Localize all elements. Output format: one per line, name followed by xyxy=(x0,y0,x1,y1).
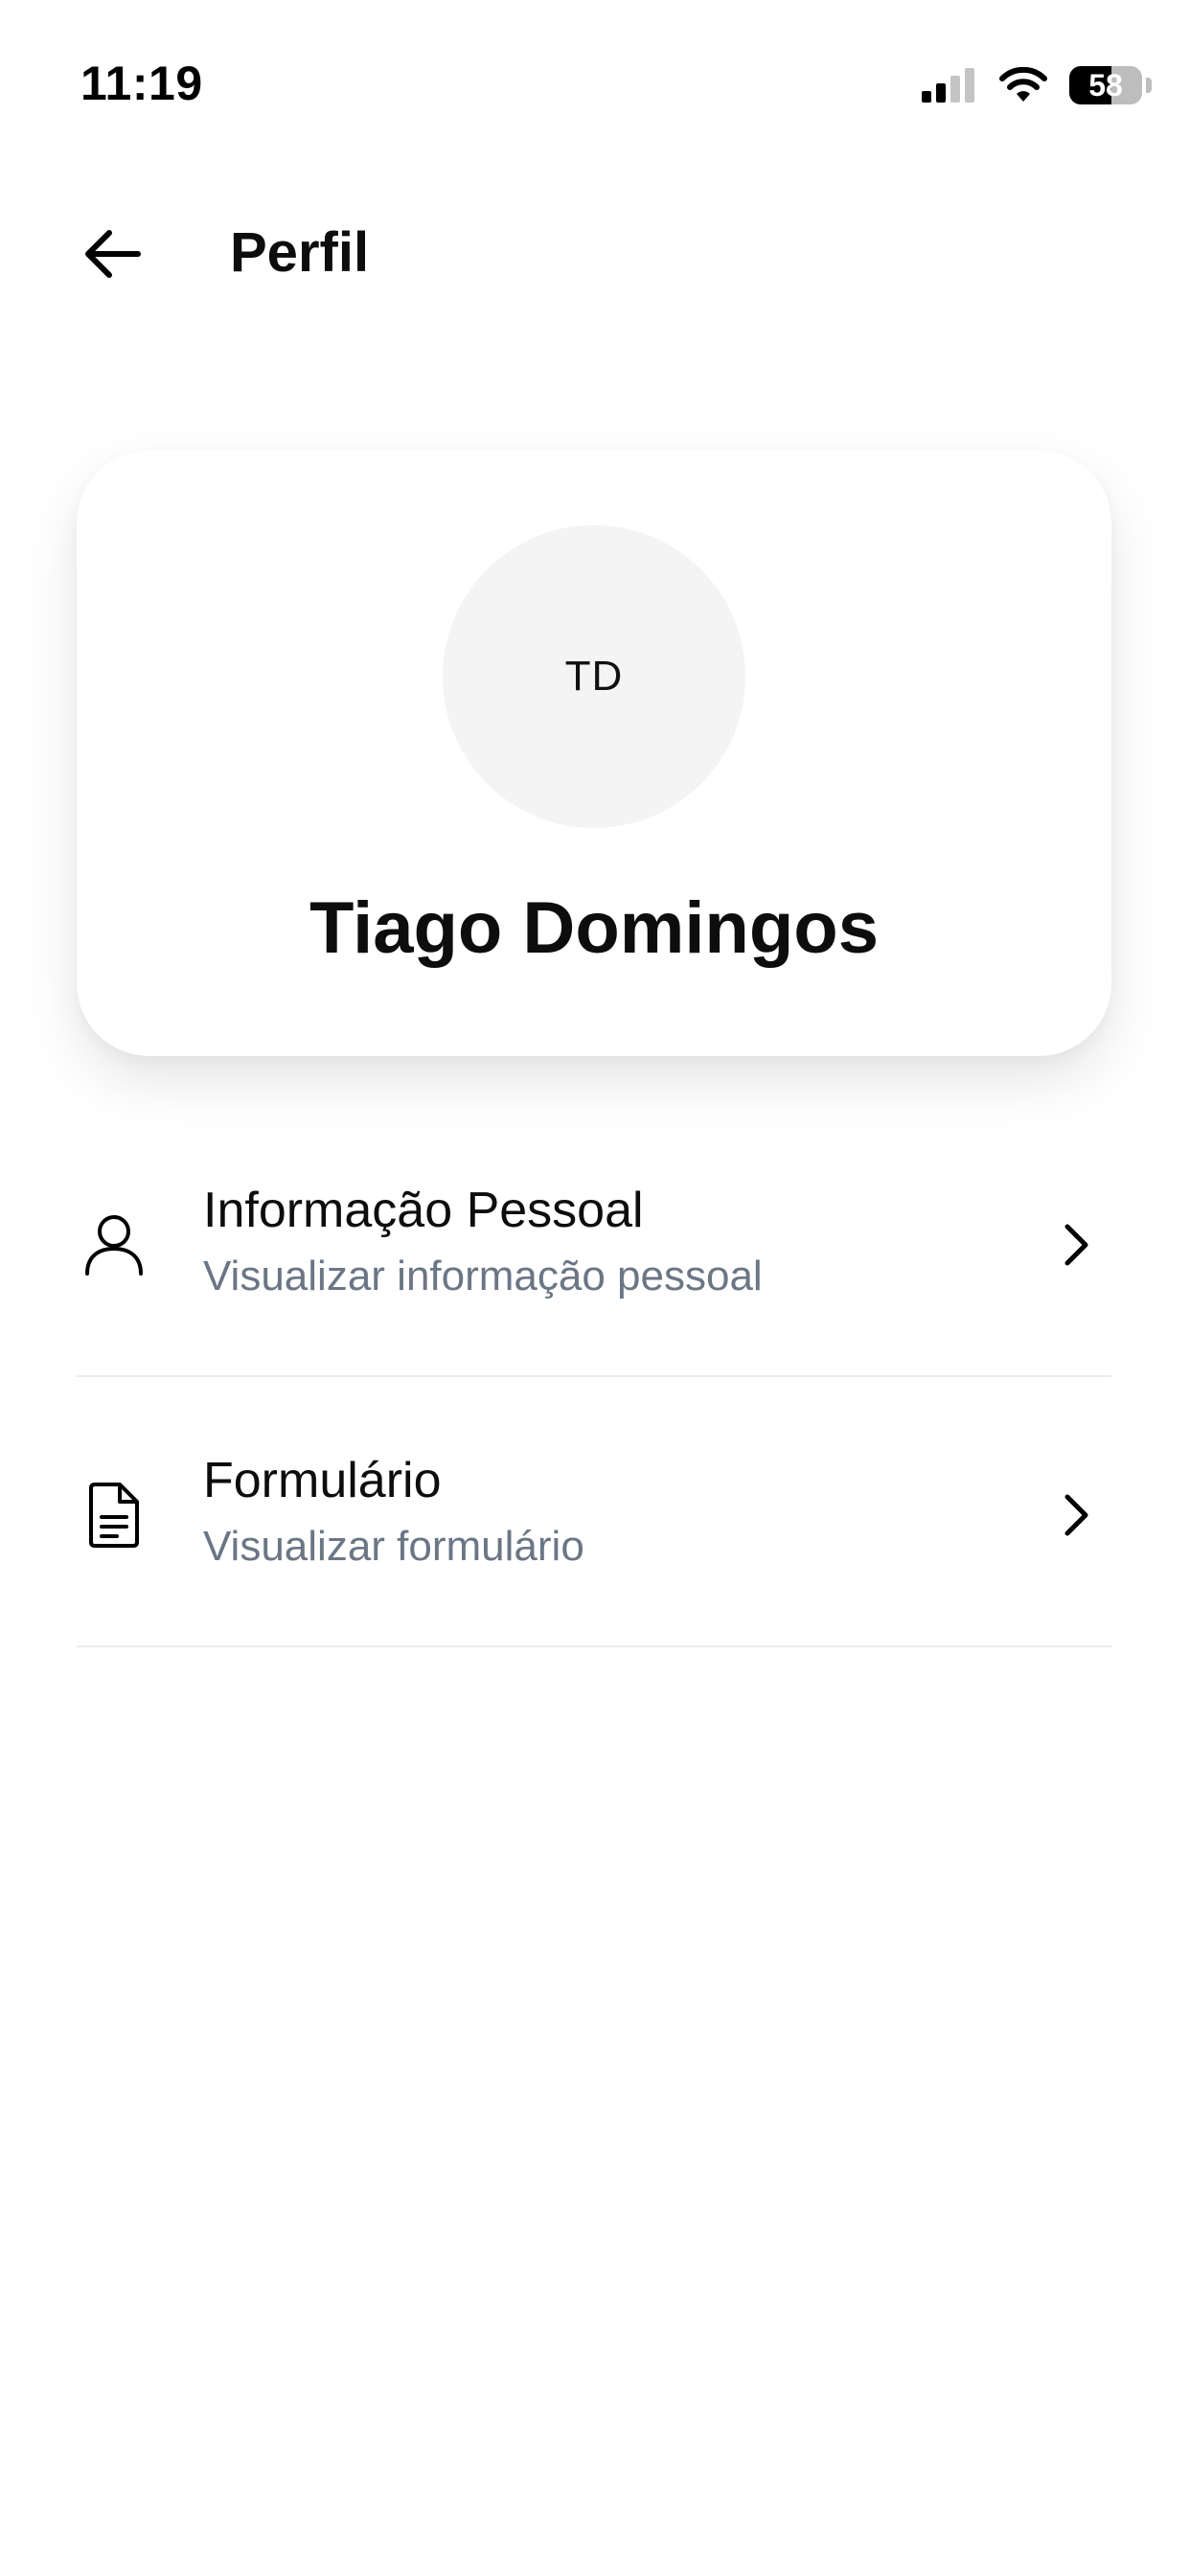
menu-list: Informação Pessoal Visualizar informação… xyxy=(77,1107,1111,1647)
status-icons: 58 xyxy=(922,63,1152,107)
menu-item-title: Informação Pessoal xyxy=(203,1183,644,1238)
user-icon xyxy=(77,1208,151,1282)
profile-screen: 11:19 58 Perfil TD Tiago Domingos Inform… xyxy=(0,0,1190,2576)
menu-item-form[interactable]: Formulário Visualizar formulário xyxy=(77,1377,1111,1647)
avatar: TD xyxy=(443,525,745,828)
battery-icon: 58 xyxy=(1069,66,1142,104)
status-bar: 11:19 58 xyxy=(0,0,1190,163)
profile-card: TD Tiago Domingos xyxy=(77,450,1111,1056)
document-icon xyxy=(77,1478,151,1552)
battery-level: 58 xyxy=(1088,67,1123,103)
signal-icon xyxy=(922,68,974,103)
page-title: Perfil xyxy=(230,221,370,284)
status-time: 11:19 xyxy=(80,57,203,110)
menu-item-personal-info[interactable]: Informação Pessoal Visualizar informação… xyxy=(77,1107,1111,1377)
battery-cap xyxy=(1146,78,1152,93)
menu-item-subtitle: Visualizar formulário xyxy=(203,1523,584,1570)
chevron-right-icon xyxy=(1052,1484,1100,1546)
chevron-right-icon xyxy=(1052,1214,1100,1276)
avatar-initials: TD xyxy=(564,653,624,700)
profile-name: Tiago Domingos xyxy=(309,887,879,969)
arrow-left-icon xyxy=(85,230,141,278)
wifi-icon xyxy=(999,67,1047,102)
header: Perfil xyxy=(0,192,1190,316)
menu-item-subtitle: Visualizar informação pessoal xyxy=(203,1253,763,1300)
back-button[interactable] xyxy=(67,216,159,292)
menu-item-title: Formulário xyxy=(203,1453,442,1508)
